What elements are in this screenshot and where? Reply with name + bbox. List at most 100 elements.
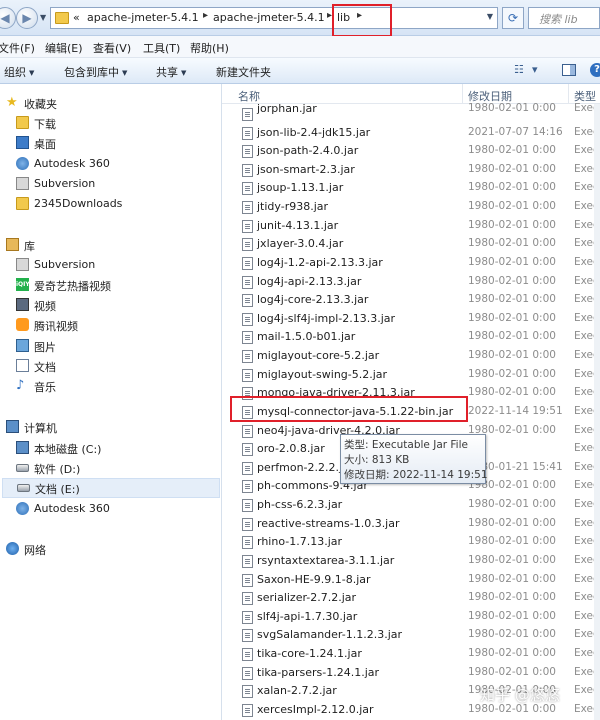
file-name: junit-4.13.1.jar: [257, 218, 339, 232]
vertical-scrollbar[interactable]: [594, 104, 600, 720]
address-bar-row: ◀ ▶ ▼ « apache-jmeter-5.4.1 ▸ apache-jme…: [0, 0, 600, 37]
menu-tools[interactable]: 工具(T): [143, 40, 180, 56]
jar-file-icon: [242, 108, 253, 121]
address-dropdown-icon[interactable]: ▼: [487, 12, 493, 21]
file-row[interactable]: serializer-2.7.2.jar1980-02-01 0:00Execu: [222, 589, 600, 607]
highlight-box-lib: [332, 4, 392, 37]
file-row[interactable]: mail-1.5.0-b01.jar1980-02-01 0:00Execu: [222, 328, 600, 346]
file-row[interactable]: slf4j-api-1.7.30.jar1980-02-01 0:00Execu: [222, 608, 600, 626]
menu-help[interactable]: 帮助(H): [190, 40, 229, 56]
file-row[interactable]: svgSalamander-1.1.2.3.jar 1980-02-01 0:00…: [222, 626, 600, 644]
file-row[interactable]: rsyntaxtextarea-3.1.1.jar 1980-02-01 0:00…: [222, 552, 600, 570]
file-name: jsoup-1.13.1.jar: [257, 181, 344, 195]
back-button[interactable]: ◀: [0, 7, 16, 29]
file-name: json-smart-2.3.jar: [257, 162, 355, 176]
view-options-icon[interactable]: ☷: [514, 64, 528, 76]
view-dropdown-icon[interactable]: ▾: [532, 64, 546, 76]
share-label: 共享: [156, 66, 178, 79]
file-row[interactable]: log4j-1.2-api-2.13.3.jar 1980-02-01 0:00 E…: [222, 254, 600, 272]
file-row[interactable]: ph-css-6.2.3.jar1980-02-01 0:00Execu: [222, 496, 600, 514]
file-name: tika-parsers-1.24.1.jar: [257, 665, 380, 679]
include-library-button[interactable]: 包含到库中 ▼: [64, 64, 127, 80]
breadcrumb-overflow[interactable]: «: [73, 11, 80, 24]
jar-file-icon: [242, 554, 253, 568]
file-row[interactable]: jxlayer-3.0.4.jar1980-02-01 0:00Execu: [222, 235, 600, 253]
jar-file-icon: [242, 275, 253, 289]
menu-file[interactable]: 文件(F): [0, 40, 35, 56]
help-icon[interactable]: ?: [590, 63, 600, 77]
file-date: 1980-02-01 0:00: [468, 386, 556, 399]
nav-item-label: 爱奇艺热播视频: [34, 280, 111, 293]
address-box[interactable]: « apache-jmeter-5.4.1 ▸ apache-jmeter-5.…: [50, 7, 498, 29]
jar-file-icon: [242, 350, 253, 364]
file-name: xercesImpl-2.12.0.jar: [257, 702, 374, 716]
jar-file-icon: [242, 126, 253, 140]
file-row[interactable]: junit-4.13.1.jar1980-02-01 0:00Execu: [222, 217, 600, 235]
column-divider[interactable]: [568, 84, 569, 104]
nav-item-label: 腾讯视频: [34, 320, 78, 333]
downloads-folder-icon: [16, 116, 29, 129]
file-name: rhino-1.7.13.jar: [257, 535, 343, 549]
file-date: 1980-02-01 0:00: [468, 330, 556, 343]
jar-file-icon: [242, 629, 253, 643]
column-header-row: 名称 修改日期 类型: [222, 84, 600, 104]
breadcrumb-jmeter-2[interactable]: apache-jmeter-5.4.1: [213, 11, 325, 24]
file-date: 1980-02-01 0:00: [468, 293, 556, 306]
file-row[interactable]: rhino-1.7.13.jar1980-02-01 0:00Execu: [222, 533, 600, 551]
file-name: log4j-slf4j-impl-2.13.3.jar: [257, 311, 396, 325]
organize-button[interactable]: 组织 ▼: [4, 64, 34, 80]
file-row[interactable]: miglayout-swing-5.2.jar 1980-02-01 0:00 Ex…: [222, 366, 600, 384]
jar-file-icon: [242, 592, 253, 606]
subversion-icon: [16, 177, 29, 190]
file-row[interactable]: json-smart-2.3.jar1980-02-01 0:00Execu: [222, 161, 600, 179]
iqiyi-icon: iQIY: [16, 278, 30, 291]
nav-item-label: Subversion: [34, 258, 96, 271]
nav-item-drive-e[interactable]: 文档 (E:): [2, 478, 220, 498]
highlight-box-mysql: [230, 396, 468, 422]
file-row[interactable]: miglayout-core-5.2.jar 1980-02-01 0:00 Exe…: [222, 347, 600, 365]
preview-pane-icon[interactable]: [562, 64, 576, 76]
new-folder-button[interactable]: 新建文件夹: [216, 64, 271, 80]
file-row[interactable]: json-path-2.4.0.jar1980-02-01 0:00Execu: [222, 142, 600, 160]
breadcrumb-chevron-icon[interactable]: ▸: [203, 10, 208, 21]
menu-bar: 文件(F) 编辑(E) 查看(V) 工具(T) 帮助(H): [0, 36, 600, 58]
file-row[interactable]: log4j-slf4j-impl-2.13.3.jar 1980-02-01 0:…: [222, 310, 600, 328]
file-date: 1980-02-01 0:00: [468, 181, 556, 194]
file-name: svgSalamander-1.1.2.3.jar: [257, 628, 403, 642]
search-input[interactable]: 搜索 lib: [528, 7, 600, 29]
file-row[interactable]: jtidy-r938.jar1980-02-01 0:00Execu: [222, 198, 600, 216]
file-row[interactable]: Saxon-HE-9.9.1-8.jar1980-02-01 0:00Execu: [222, 571, 600, 589]
refresh-button[interactable]: ⟳: [502, 7, 524, 29]
breadcrumb-jmeter-1[interactable]: apache-jmeter-5.4.1: [87, 11, 199, 24]
file-date: 1980-02-01 0:00: [468, 349, 556, 362]
forward-button[interactable]: ▶: [16, 7, 38, 29]
file-row[interactable]: jorphan.jar1980-02-01 0:00Execu: [222, 102, 600, 123]
dropdown-arrow-icon: ▼: [122, 69, 128, 77]
library-icon: [6, 238, 19, 251]
file-row[interactable]: tika-parsers-1.24.1.jar 1980-02-01 0:00 Ex…: [222, 664, 600, 682]
file-row[interactable]: log4j-api-2.13.3.jar1980-02-01 0:00Execu: [222, 273, 600, 291]
file-name: log4j-1.2-api-2.13.3.jar: [257, 255, 383, 269]
file-date: 1980-02-01 0:00: [468, 498, 556, 511]
menu-edit[interactable]: 编辑(E): [45, 40, 83, 56]
file-row[interactable]: tika-core-1.24.1.jar1980-02-01 0:00Execu: [222, 645, 600, 663]
jar-file-icon: [242, 312, 253, 326]
file-row[interactable]: reactive-streams-1.0.3.jar 1980-02-01 0:0…: [222, 515, 600, 533]
share-button[interactable]: 共享 ▼: [156, 64, 186, 80]
column-divider[interactable]: [462, 84, 463, 104]
file-row[interactable]: json-lib-2.4-jdk15.jar 2021-07-07 14:16 Ex…: [222, 124, 600, 142]
file-name: jorphan.jar: [257, 102, 317, 115]
tooltip-type: 类型: Executable Jar File: [344, 439, 468, 451]
jar-file-icon: [242, 666, 253, 680]
watermark: 知乎 @悠悠: [480, 686, 560, 704]
file-date: 1980-02-01 0:00: [468, 367, 556, 380]
file-date: 1980-02-01 0:00: [468, 311, 556, 324]
file-row[interactable]: log4j-core-2.13.3.jar1980-02-01 0:00Exec…: [222, 291, 600, 309]
dropdown-arrow-icon: ▼: [181, 69, 187, 77]
menu-view[interactable]: 查看(V): [93, 40, 131, 56]
nav-item-label: 视频: [34, 300, 56, 313]
recent-pages-dropdown[interactable]: ▼: [40, 13, 46, 22]
file-name: miglayout-core-5.2.jar: [257, 349, 380, 363]
nav-favorites-label: 收藏夹: [24, 98, 57, 111]
file-row[interactable]: jsoup-1.13.1.jar1980-02-01 0:00Execu: [222, 179, 600, 197]
